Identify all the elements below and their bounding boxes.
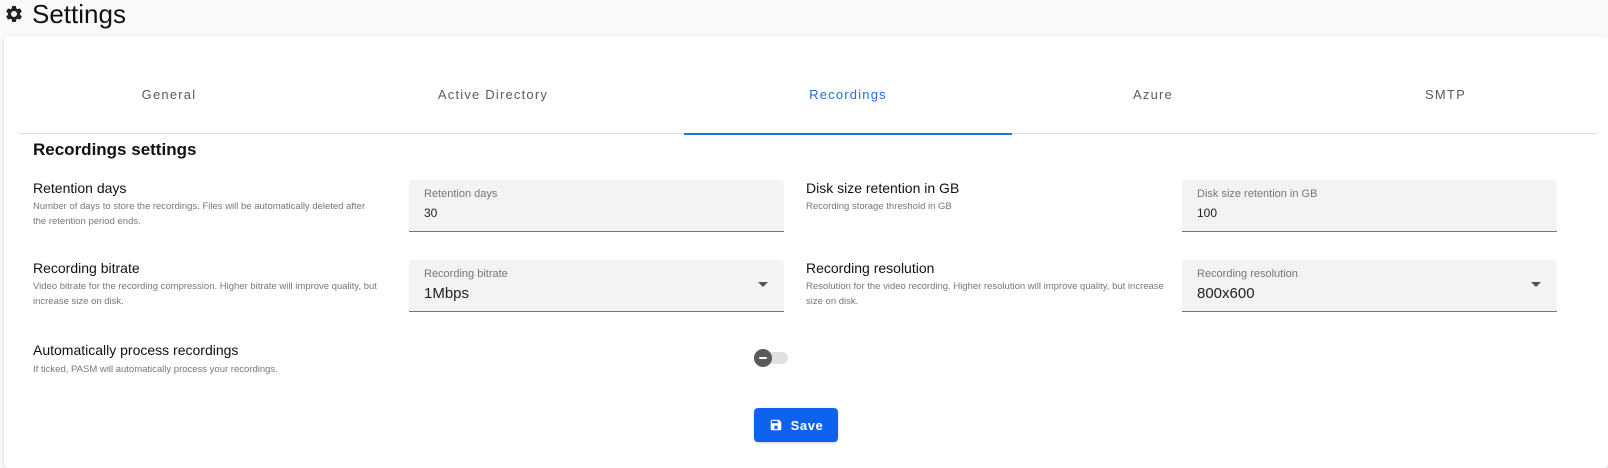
auto-process-toggle[interactable] (754, 348, 788, 368)
retention-days-field-label: Retention days (424, 188, 498, 200)
settings-card: General Active Directory Recordings Azur… (4, 36, 1608, 468)
tab-active-directory[interactable]: Active Directory (319, 58, 667, 134)
page-title: Settings (32, 0, 126, 29)
retention-days-input[interactable]: 30 (424, 206, 437, 220)
recording-bitrate-description: Video bitrate for the recording compress… (33, 281, 377, 307)
recording-bitrate-value: 1Mbps (424, 285, 470, 302)
save-button-label: Save (790, 417, 824, 433)
disk-size-field-label: Disk size retention in GB (1197, 188, 1318, 200)
recording-bitrate-field-label: Recording bitrate (424, 268, 508, 280)
recording-bitrate-title: Recording bitrate (33, 260, 140, 276)
chevron-down-icon[interactable] (1531, 282, 1541, 287)
retention-days-title: Retention days (33, 180, 127, 196)
save-button[interactable]: Save (754, 408, 838, 442)
retention-days-description: Number of days to store the recordings. … (33, 201, 366, 227)
auto-process-title: Automatically process recordings (33, 342, 239, 358)
tab-recordings[interactable]: Recordings (684, 58, 1012, 135)
section-title: Recordings settings (33, 140, 197, 159)
recording-bitrate-select[interactable]: Recording bitrate 1Mbps (409, 260, 784, 312)
recording-resolution-description: Resolution for the video recording. High… (806, 281, 1164, 307)
recording-resolution-value: 800x600 (1197, 285, 1255, 302)
gear-icon (6, 5, 22, 22)
recording-resolution-title: Recording resolution (806, 260, 935, 276)
tab-general[interactable]: General (19, 58, 319, 134)
disk-size-description: Recording storage threshold in GB (806, 201, 952, 212)
auto-process-description: If ticked, PASM will automatically proce… (33, 364, 278, 375)
disk-size-field[interactable]: Disk size retention in GB 100 (1182, 180, 1557, 232)
disk-size-title: Disk size retention in GB (806, 180, 960, 196)
retention-days-field[interactable]: Retention days 30 (409, 180, 784, 232)
floppy-disk-icon (770, 419, 781, 431)
tab-azure[interactable]: Azure (1012, 58, 1294, 134)
chevron-down-icon[interactable] (758, 282, 768, 287)
disk-size-input[interactable]: 100 (1197, 206, 1217, 220)
tab-smtp[interactable]: SMTP (1294, 58, 1597, 134)
recording-resolution-select[interactable]: Recording resolution 800x600 (1182, 260, 1557, 312)
toggle-off-icon (754, 349, 772, 367)
recording-resolution-field-label: Recording resolution (1197, 268, 1298, 280)
tab-bar: General Active Directory Recordings Azur… (19, 58, 1597, 135)
page-header: Settings (4, 0, 126, 28)
